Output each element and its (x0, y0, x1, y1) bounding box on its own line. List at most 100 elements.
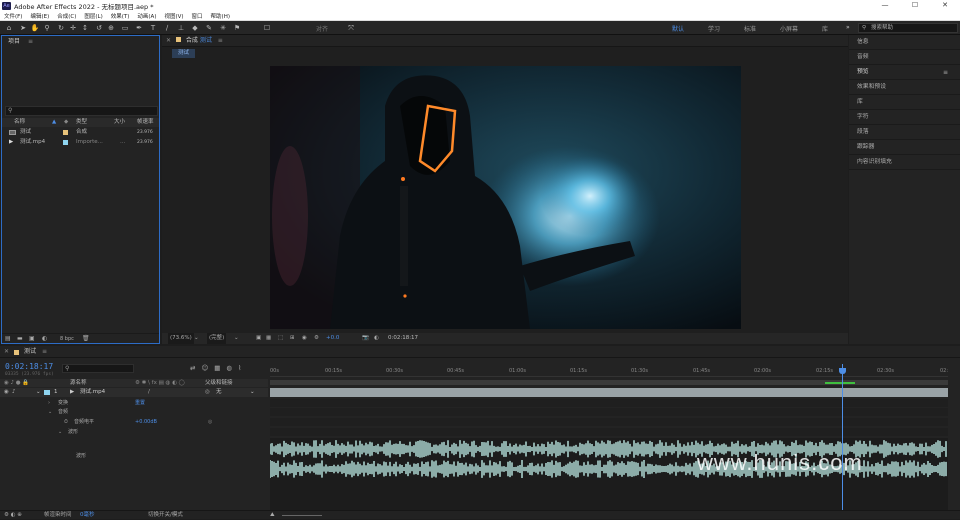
panel-character[interactable]: 字符 (849, 110, 960, 125)
project-item-row[interactable]: ▶ 测试.mp4 Importe... ... 23.976 (2, 138, 159, 147)
maximize-button[interactable]: ☐ (900, 0, 930, 11)
menu-layer[interactable]: 图层(L) (80, 12, 106, 20)
rotate-tool-icon[interactable]: ↺ (94, 23, 104, 33)
panel-paragraph[interactable]: 段落 (849, 125, 960, 140)
chevron-down-icon[interactable]: ⌄ (36, 388, 41, 397)
pick-whip-icon[interactable]: ◎ (208, 418, 212, 427)
composition-viewer[interactable] (270, 66, 741, 329)
workspace-small-screen[interactable]: 小屏幕 (780, 24, 798, 33)
layer-name[interactable]: 测试.mp4 (80, 388, 105, 397)
column-source-name[interactable]: 源名称 (70, 379, 87, 387)
column-type[interactable]: 类型 (76, 118, 87, 127)
property-row-waveform[interactable]: ⌄ 波形 (0, 428, 268, 437)
new-folder-icon[interactable]: ▬ (17, 334, 23, 344)
close-icon[interactable]: ✕ (166, 37, 171, 44)
align-label[interactable]: 对齐 (316, 24, 328, 33)
menu-animation[interactable]: 动画(A) (133, 12, 160, 20)
chevron-down-icon[interactable]: ⌄ (194, 333, 199, 344)
lock-icon[interactable] (175, 37, 181, 42)
label-column-icon[interactable]: ◆ (64, 118, 68, 127)
panel-menu-icon[interactable]: ≡ (218, 37, 223, 44)
property-row-transform[interactable]: › 变换 重置 (0, 399, 268, 408)
menu-view[interactable]: 视图(V) (160, 12, 187, 20)
av-switches-icon[interactable]: ◉ ♪ ● 🔒 (4, 379, 29, 387)
audio-levels-value[interactable]: +0.00dB (135, 418, 157, 427)
pan-tool-icon[interactable]: ✛ (68, 23, 78, 33)
roto-brush-tool-icon[interactable]: ✎ (204, 23, 214, 33)
rectangle-tool-icon[interactable]: ▭ (120, 23, 130, 33)
stopwatch-icon[interactable]: ⏱ (64, 418, 68, 427)
menu-window[interactable]: 窗口 (188, 12, 207, 20)
zoom-tool-icon[interactable]: ⚲ (42, 23, 52, 33)
menu-composition[interactable]: 合成(C) (53, 12, 80, 20)
column-parent-link[interactable]: 父级和链接 (205, 379, 233, 387)
menu-edit[interactable]: 编辑(E) (26, 12, 53, 20)
quality-switch-icon[interactable]: ∕ (148, 388, 150, 397)
guides-icon[interactable]: ⊞ (290, 333, 295, 344)
column-size[interactable]: 大小 (114, 118, 125, 127)
project-item-row[interactable]: 测试 合成 23.976 (2, 128, 159, 137)
work-area-bar[interactable] (270, 380, 948, 385)
project-panel-title[interactable]: 项目 (8, 38, 20, 45)
tab-composition[interactable]: 测试 (172, 49, 196, 58)
property-row-audio-levels[interactable]: ⏱ 音频电平 +0.00dB ◎ (0, 418, 268, 427)
graph-editor-icon[interactable]: ⌇ (238, 364, 247, 372)
dolly-tool-icon[interactable]: ↕ (80, 23, 90, 33)
help-search-input[interactable]: ⚲ 搜索帮助 (858, 23, 958, 33)
selection-tool-icon[interactable]: ➤ (18, 23, 28, 33)
panel-effects-presets[interactable]: 效果和预设 (849, 80, 960, 95)
sort-icon[interactable]: ▲ (52, 118, 56, 127)
channel-icon[interactable]: ◉ (302, 333, 307, 344)
resolution-dropdown[interactable]: (完整) (207, 333, 227, 344)
color-settings-icon[interactable]: ◐ (42, 334, 47, 344)
zoom-dropdown[interactable]: (73.6%) (168, 333, 194, 344)
label-color-swatch[interactable] (63, 140, 68, 145)
audio-speaker-icon[interactable]: ♪ (12, 388, 16, 397)
label-color-swatch[interactable] (63, 130, 68, 135)
pen-tool-icon[interactable]: ✒ (134, 23, 144, 33)
panel-menu-icon[interactable]: ≡ (42, 346, 47, 358)
reset-link[interactable]: 重置 (135, 399, 145, 408)
trash-icon[interactable]: 🗑 (82, 334, 90, 344)
panel-libraries[interactable]: 库 (849, 95, 960, 110)
orbit-tool-icon[interactable]: ↻ (56, 23, 66, 33)
menu-effect[interactable]: 效果(T) (107, 12, 134, 20)
property-row-audio[interactable]: ⌄ 音频 (0, 408, 268, 417)
close-button[interactable]: ✕ (930, 0, 960, 11)
show-snapshot-icon[interactable]: ◐ (374, 333, 379, 344)
viewer-timecode[interactable]: 0:02:18:17 (388, 333, 418, 344)
bit-depth-button[interactable]: 8 bpc (60, 334, 74, 344)
column-fps[interactable]: 帧速率 (137, 118, 154, 127)
timeline-tab[interactable]: 测试 (24, 346, 36, 358)
chevron-down-icon[interactable]: ⌄ (58, 428, 62, 437)
interpret-footage-icon[interactable]: ▤ (5, 334, 11, 344)
snap-toggle-icon[interactable]: ☐ (262, 23, 272, 33)
chevron-down-icon[interactable]: ⌄ (250, 388, 255, 397)
label-color-swatch[interactable] (44, 390, 50, 395)
workspace-default[interactable]: 默认 (672, 24, 684, 33)
chevron-down-icon[interactable]: ⌄ (234, 333, 239, 344)
clone-stamp-tool-icon[interactable]: ⊥ (176, 23, 186, 33)
motion-blur-icon[interactable]: ◍ (226, 364, 238, 372)
color-management-icon[interactable]: ⚙ (314, 333, 319, 344)
close-icon[interactable]: ✕ (4, 346, 9, 358)
hand-tool-icon[interactable]: ✋ (30, 23, 40, 33)
workspace-learn[interactable]: 学习 (708, 24, 720, 33)
shy-layers-icon[interactable]: ☺ (201, 364, 214, 372)
lock-icon[interactable] (14, 350, 19, 355)
parent-dropdown[interactable]: 无 (216, 388, 222, 397)
minimize-button[interactable]: — (870, 0, 900, 11)
type-tool-icon[interactable]: T (148, 23, 158, 33)
menu-help[interactable]: 帮助(H) (207, 12, 234, 20)
panel-tracker[interactable]: 跟踪器 (849, 140, 960, 155)
current-time-display[interactable]: 0:02:18:17 (5, 362, 53, 371)
region-of-interest-icon[interactable]: ▣ (256, 333, 261, 344)
anchor-tool-icon[interactable]: ⊕ (106, 23, 116, 33)
frame-blending-icon[interactable]: ▦ (214, 364, 226, 372)
playhead[interactable] (839, 364, 847, 510)
workspace-more-button[interactable]: » (846, 24, 850, 31)
layer-switches-icon[interactable]: ⚙ ✱ \ fx ▤ ◍ ◐ ◯ (135, 379, 185, 387)
timeline-zoom-slider[interactable] (282, 515, 322, 516)
puppet-pin-icon[interactable]: ⚑ (232, 23, 242, 33)
layer-search-input[interactable]: ⚲ (62, 364, 134, 373)
